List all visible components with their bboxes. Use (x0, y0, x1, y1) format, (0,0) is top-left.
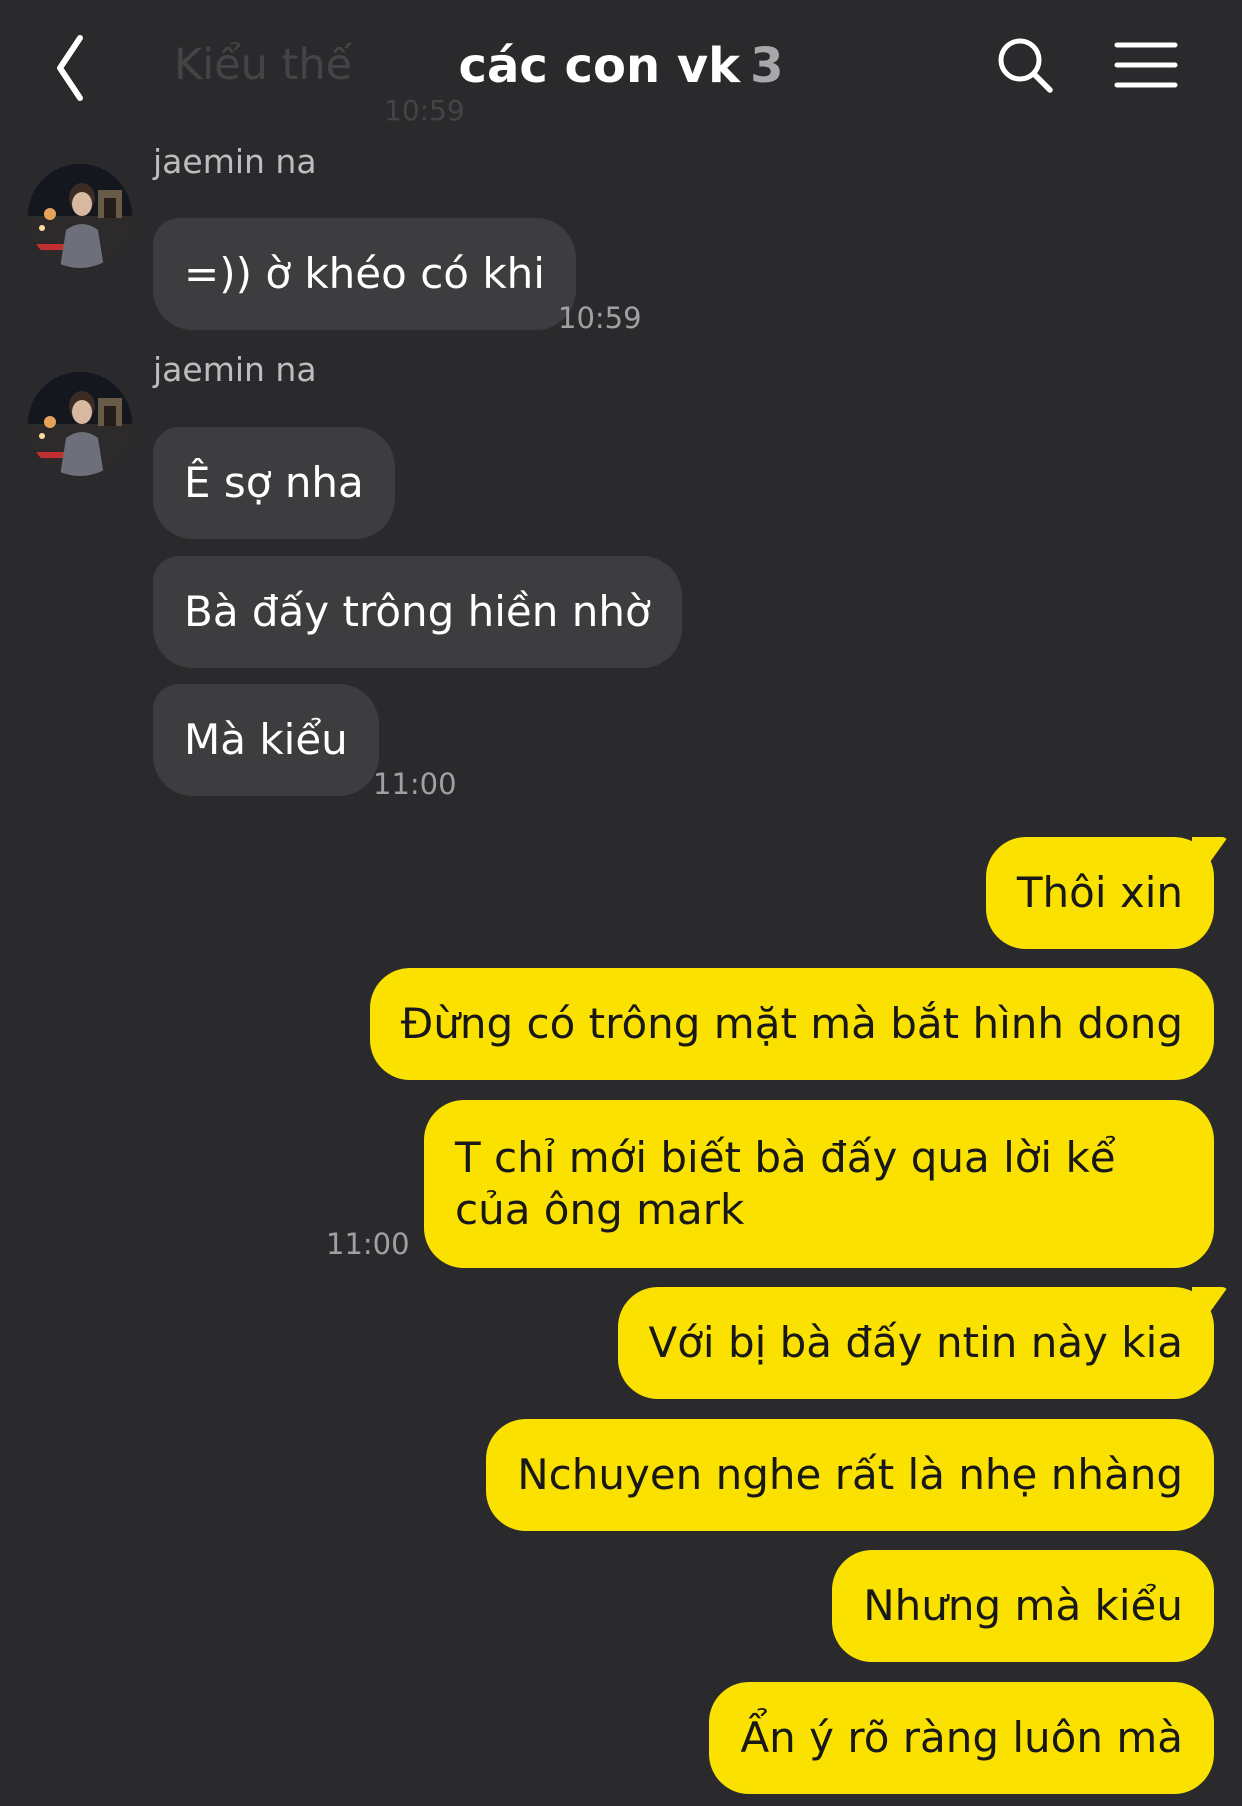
back-button[interactable] (48, 28, 118, 108)
search-icon (998, 38, 1053, 93)
message-text: Đừng có trông mặt mà bắt hình dong (400, 999, 1183, 1048)
message-bubble-outgoing[interactable]: Nchuyen nghe rất là nhẹ nhàng (486, 1419, 1214, 1531)
chat-header: Kiểu thế 10:59 các con vk 3 (0, 0, 1242, 130)
message-bubble-outgoing[interactable]: Đừng có trông mặt mà bắt hình dong (369, 968, 1214, 1080)
chevron-left-icon (57, 35, 83, 101)
sender-name: jaemin na (153, 350, 317, 389)
message-bubble-outgoing[interactable]: Với bị bà đấy ntin này kia (617, 1287, 1214, 1399)
ghost-message-time: 10:59 (384, 94, 465, 127)
message-bubble-outgoing[interactable]: Thôi xin (985, 837, 1214, 949)
message-timestamp: 11:00 (373, 767, 457, 801)
chat-title[interactable]: các con vk 3 (300, 38, 942, 94)
message-text: Với bị bà đấy ntin này kia (648, 1318, 1184, 1367)
message-text: Mà kiểu (184, 715, 348, 764)
message-timestamp: 10:59 (558, 301, 642, 335)
sender-avatar[interactable] (28, 164, 132, 268)
profile-photo (28, 164, 132, 268)
message-text: Thôi xin (1016, 868, 1183, 917)
message-bubble-outgoing[interactable]: Ẩn ý rõ ràng luôn mà (709, 1682, 1214, 1794)
message-bubble-outgoing[interactable]: Nhưng mà kiểu (832, 1550, 1214, 1662)
hamburger-menu-icon (1114, 42, 1178, 88)
message-text: T chỉ mới biết bà đấy qua lời kể của ông… (455, 1133, 1116, 1234)
message-timestamp: 11:00 (326, 1227, 410, 1261)
chat-title-text: các con vk (458, 38, 741, 94)
sender-avatar[interactable] (28, 372, 132, 476)
menu-button[interactable] (1114, 40, 1178, 90)
message-text: Ê sợ nha (184, 458, 364, 507)
message-text: =)) ờ khéo có khi (184, 249, 545, 298)
search-button[interactable] (996, 36, 1054, 94)
message-text: Ẩn ý rõ ràng luôn mà (740, 1713, 1183, 1762)
profile-photo (28, 372, 132, 476)
message-text: Nhưng mà kiểu (863, 1581, 1183, 1630)
message-bubble-outgoing[interactable]: T chỉ mới biết bà đấy qua lời kể của ông… (424, 1100, 1214, 1268)
member-count: 3 (750, 38, 784, 94)
message-bubble-incoming[interactable]: Bà đấy trông hiền nhờ (153, 556, 682, 668)
message-bubble-incoming[interactable]: Ê sợ nha (153, 427, 395, 539)
message-bubble-incoming[interactable]: Mà kiểu (153, 684, 379, 796)
message-text: Bà đấy trông hiền nhờ (184, 587, 651, 636)
sender-name: jaemin na (153, 142, 317, 181)
message-bubble-incoming[interactable]: =)) ờ khéo có khi (153, 218, 576, 330)
message-text: Nchuyen nghe rất là nhẹ nhàng (517, 1450, 1183, 1499)
